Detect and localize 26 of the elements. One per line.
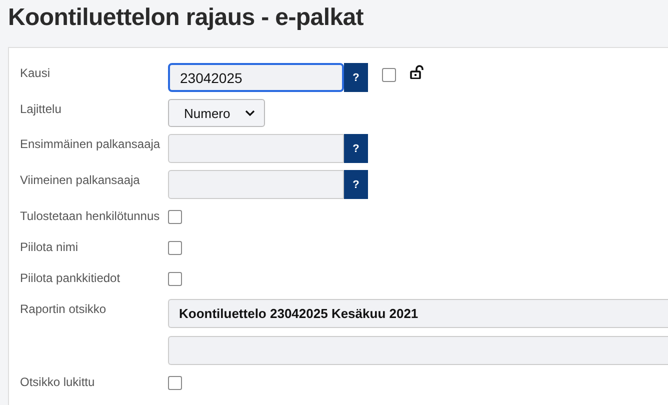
unlocked-padlock-icon[interactable] xyxy=(410,64,424,78)
checkbox[interactable] xyxy=(168,241,182,255)
input-field[interactable] xyxy=(168,336,668,365)
field-label: Tulostetaan henkilötunnus xyxy=(20,208,161,224)
checkbox[interactable] xyxy=(382,68,396,82)
field-label: Lajittelu xyxy=(20,101,62,117)
page-title: Koontiluettelon rajaus - e-palkat xyxy=(7,3,364,33)
field-label: Ensimmäinen palkansaaja xyxy=(20,136,162,152)
field-label: Piilota pankkitiedot xyxy=(20,270,122,286)
chevron-down-icon xyxy=(245,110,255,116)
sort-dropdown[interactable]: Numero xyxy=(168,99,265,127)
checkbox[interactable] xyxy=(168,272,182,286)
help-button[interactable]: ? xyxy=(344,134,368,163)
field-label: Piilota nimi xyxy=(20,239,80,255)
checkbox[interactable] xyxy=(168,210,182,224)
input-field[interactable] xyxy=(168,170,344,199)
checkbox[interactable] xyxy=(168,376,182,390)
input-field[interactable]: 23042025 xyxy=(168,63,344,92)
field-label: Viimeinen palkansaaja xyxy=(20,172,141,188)
field-label: Otsikko lukittu xyxy=(20,374,96,390)
input-field[interactable] xyxy=(168,134,344,163)
field-label: Raportin otsikko xyxy=(20,301,108,317)
help-button[interactable]: ? xyxy=(344,63,368,92)
input-field[interactable]: Koontiluettelo 23042025 Kesäkuu 2021 xyxy=(168,299,668,328)
field-label: Kausi xyxy=(20,65,52,81)
help-button[interactable]: ? xyxy=(344,170,368,199)
